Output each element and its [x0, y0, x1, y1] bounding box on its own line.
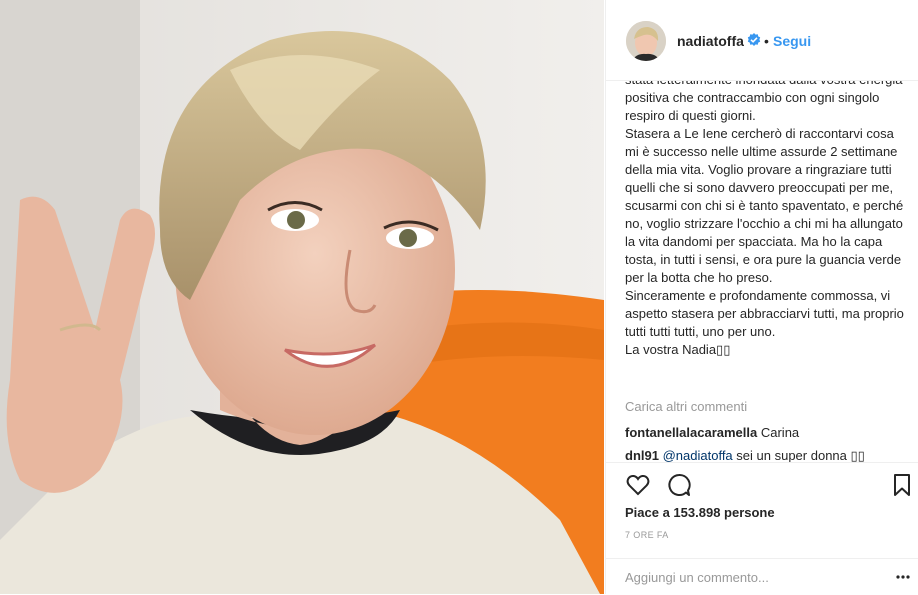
load-more-comments-link[interactable]: Carica altri commenti: [625, 399, 747, 414]
comment-mention[interactable]: @nadiatoffa: [663, 448, 733, 462]
comment-text: sei un super donna ▯▯: [736, 448, 865, 462]
more-options-icon[interactable]: [895, 569, 911, 585]
heart-icon[interactable]: [625, 472, 651, 498]
likes-count[interactable]: Piace a 153.898 persone: [625, 505, 775, 520]
comment-item: dnl91 @nadiatoffa sei un super donna ▯▯: [625, 448, 865, 462]
post-caption: stata letteralmente inondata dalla vostr…: [625, 81, 904, 357]
avatar-icon: [626, 21, 666, 61]
post-header: nadiatoffa • Segui: [606, 0, 918, 81]
comment-username[interactable]: dnl91: [625, 448, 659, 462]
portrait-photo: [0, 0, 604, 594]
add-comment-bar: [606, 558, 918, 595]
username-link[interactable]: nadiatoffa: [677, 33, 744, 49]
comment-username[interactable]: fontanellalacaramella: [625, 425, 757, 440]
add-comment-input[interactable]: [625, 568, 875, 586]
header-separator: •: [764, 33, 769, 49]
bookmark-icon[interactable]: [889, 472, 915, 498]
verified-badge-icon: [747, 33, 761, 46]
post-photo[interactable]: [0, 0, 604, 594]
post-timestamp: 7 ORE FA: [625, 530, 669, 540]
comment-bubble-icon[interactable]: [666, 472, 692, 498]
avatar[interactable]: [626, 21, 666, 61]
post-actions: Piace a 153.898 persone 7 ORE FA: [606, 462, 918, 559]
post-details-panel: nadiatoffa • Segui stata letteralmente i…: [605, 0, 918, 594]
caption-scroll-area[interactable]: stata letteralmente inondata dalla vostr…: [606, 81, 918, 448]
comment-text: Carina: [760, 425, 800, 440]
comment-item: fontanellalacaramella Carina: [625, 425, 799, 440]
follow-button[interactable]: Segui: [773, 33, 811, 49]
